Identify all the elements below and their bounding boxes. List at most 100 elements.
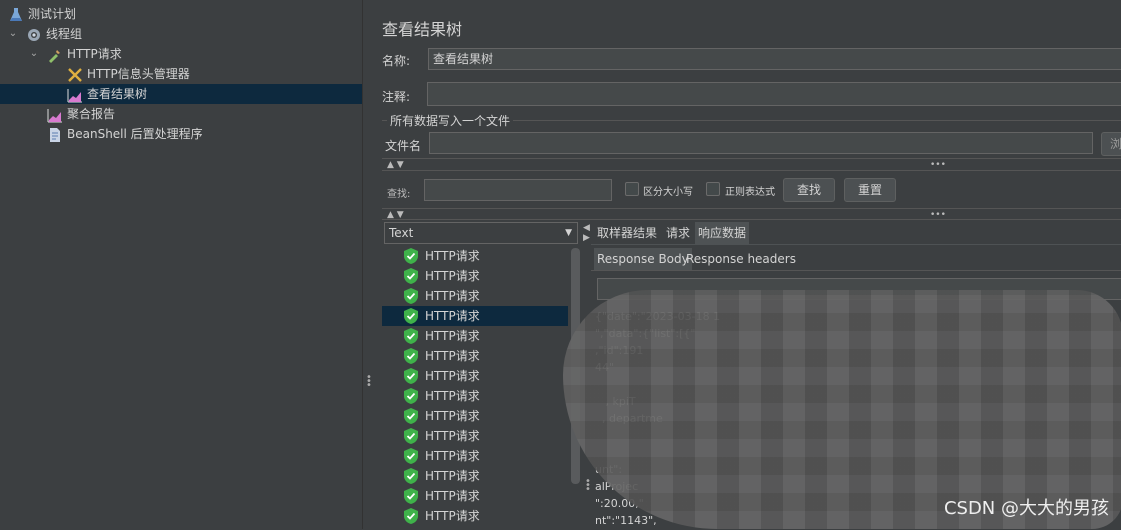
drag-dots-icon[interactable]: ••• bbox=[930, 160, 946, 170]
browse-button[interactable]: 浏 bbox=[1101, 132, 1121, 156]
tab-request[interactable]: 请求 bbox=[663, 222, 693, 244]
comment-label: 注释: bbox=[382, 90, 411, 104]
tree-item-label: HTTP请求 bbox=[67, 47, 122, 61]
result-item-label: HTTP请求 bbox=[425, 449, 480, 463]
result-item[interactable]: HTTP请求 bbox=[382, 506, 568, 526]
result-item-label: HTTP请求 bbox=[425, 329, 480, 343]
chevron-down-icon[interactable]: ⌄ bbox=[27, 44, 41, 64]
tab-response-data[interactable]: 响应数据 bbox=[695, 222, 750, 244]
chart-icon bbox=[47, 107, 63, 123]
success-shield-icon bbox=[404, 308, 418, 324]
tab-response-body[interactable]: Response Body bbox=[594, 248, 692, 270]
result-item[interactable]: HTTP请求 bbox=[382, 346, 568, 366]
result-item[interactable]: HTTP请求 bbox=[382, 426, 568, 446]
results-tree-panel: 查看结果树 名称: 查看结果树 注释: 所有数据写入一个文件 文件名 浏 ▲ ▼… bbox=[373, 0, 1121, 529]
filename-input[interactable] bbox=[429, 132, 1093, 154]
name-label: 名称: bbox=[382, 54, 411, 68]
result-item[interactable]: HTTP请求 bbox=[382, 446, 568, 466]
renderer-selected: Text bbox=[389, 226, 414, 240]
flask-icon bbox=[8, 7, 24, 23]
watermark: CSDN @大大的男孩 bbox=[943, 498, 1109, 519]
pipette-icon bbox=[47, 47, 63, 63]
success-shield-icon bbox=[404, 288, 418, 304]
result-item-label: HTTP请求 bbox=[425, 309, 480, 323]
success-shield-icon bbox=[404, 388, 418, 404]
file-group-label: 所有数据写入一个文件 bbox=[387, 112, 514, 129]
divider bbox=[382, 208, 1121, 209]
name-field[interactable]: 查看结果树 bbox=[428, 48, 1121, 70]
divider bbox=[382, 219, 1121, 220]
result-item-label: HTTP请求 bbox=[425, 469, 480, 483]
tree-item-test-plan[interactable]: 测试计划 bbox=[8, 4, 76, 24]
result-item[interactable]: HTTP请求 bbox=[382, 466, 568, 486]
chart-icon bbox=[67, 87, 83, 103]
tree-item-http-request[interactable]: HTTP请求 bbox=[47, 44, 122, 64]
chevron-down-icon: ▼ bbox=[565, 228, 572, 238]
result-item[interactable]: HTTP请求 bbox=[382, 286, 568, 306]
wrench-icon bbox=[67, 67, 83, 83]
document-icon bbox=[47, 127, 63, 143]
tree-item-label: 聚合报告 bbox=[67, 107, 116, 121]
result-item-label: HTTP请求 bbox=[425, 509, 480, 523]
tree-item-label: BeanShell 后置处理程序 bbox=[67, 127, 203, 141]
result-item-label: HTTP请求 bbox=[425, 289, 480, 303]
case-sensitive-checkbox[interactable] bbox=[625, 182, 639, 196]
renderer-select[interactable]: Text ▼ bbox=[384, 222, 578, 244]
result-item-label: HTTP请求 bbox=[425, 349, 480, 363]
test-plan-tree: 测试计划 ⌄ 线程组 ⌄ HTTP请求 HTTP信息头管理器 查看结果树 聚合报… bbox=[0, 0, 362, 529]
result-item[interactable]: HTTP请求 bbox=[382, 366, 568, 386]
result-item-label: HTTP请求 bbox=[425, 489, 480, 503]
result-item[interactable]: HTTP请求 bbox=[382, 406, 568, 426]
success-shield-icon bbox=[404, 268, 418, 284]
result-item-label: HTTP请求 bbox=[425, 269, 480, 283]
tree-item-aggregate-report[interactable]: 聚合报告 bbox=[47, 104, 115, 124]
result-item[interactable]: HTTP请求 bbox=[382, 306, 568, 326]
success-shield-icon bbox=[404, 468, 418, 484]
result-item-label: HTTP请求 bbox=[425, 389, 480, 403]
success-shield-icon bbox=[404, 408, 418, 424]
tree-item-view-results-tree[interactable]: 查看结果树 bbox=[0, 84, 362, 104]
result-item[interactable]: HTTP请求 bbox=[382, 246, 568, 266]
gear-icon bbox=[26, 27, 42, 43]
tree-item-header-manager[interactable]: HTTP信息头管理器 bbox=[67, 64, 190, 84]
result-item[interactable]: HTTP请求 bbox=[382, 266, 568, 286]
regex-checkbox[interactable] bbox=[706, 182, 720, 196]
filename-label: 文件名 bbox=[385, 139, 422, 153]
drag-dots-icon[interactable]: ••• bbox=[585, 477, 591, 495]
success-shield-icon bbox=[404, 328, 418, 344]
success-shield-icon bbox=[404, 368, 418, 384]
case-sensitive-label: 区分大小写 bbox=[643, 187, 693, 198]
tree-item-label: 查看结果树 bbox=[87, 87, 148, 101]
chevron-down-icon[interactable]: ⌄ bbox=[6, 24, 20, 44]
search-input[interactable] bbox=[424, 179, 612, 201]
tab-response-headers[interactable]: Response headers bbox=[683, 248, 799, 270]
tab-sampler-result[interactable]: 取样器结果 bbox=[594, 222, 660, 244]
result-item-label: HTTP请求 bbox=[425, 249, 480, 263]
drag-dots-icon: • • • bbox=[366, 372, 372, 391]
result-item[interactable]: HTTP请求 bbox=[382, 326, 568, 346]
comment-field[interactable] bbox=[427, 82, 1121, 106]
collapse-arrows-icon[interactable]: ▲ ▼ bbox=[387, 160, 404, 170]
divider bbox=[382, 158, 1121, 159]
reset-button[interactable]: 重置 bbox=[844, 178, 896, 202]
result-item[interactable]: HTTP请求 bbox=[382, 386, 568, 406]
find-button[interactable]: 查找 bbox=[783, 178, 835, 202]
result-item-label: HTTP请求 bbox=[425, 369, 480, 383]
result-item[interactable]: HTTP请求 bbox=[382, 486, 568, 506]
tree-item-label: 测试计划 bbox=[28, 7, 77, 21]
search-label: 查找: bbox=[387, 189, 411, 200]
success-shield-icon bbox=[404, 348, 418, 364]
success-shield-icon bbox=[404, 488, 418, 504]
split-arrows-icon[interactable]: ◀ ▶ bbox=[583, 223, 590, 243]
result-item-label: HTTP请求 bbox=[425, 429, 480, 443]
success-shield-icon bbox=[404, 248, 418, 264]
tree-item-label: 线程组 bbox=[46, 27, 83, 41]
tree-item-beanshell-postprocessor[interactable]: BeanShell 后置处理程序 bbox=[47, 124, 203, 144]
success-shield-icon bbox=[404, 448, 418, 464]
regex-label: 正则表达式 bbox=[725, 187, 775, 198]
success-shield-icon bbox=[404, 508, 418, 524]
tree-item-thread-group[interactable]: 线程组 bbox=[26, 24, 82, 44]
success-shield-icon bbox=[404, 428, 418, 444]
results-list: HTTP请求 HTTP请求 HTTP请求 HTTP请求 HTTP请求 HTTP请求 HTTP… bbox=[382, 246, 578, 529]
divider bbox=[591, 270, 1121, 271]
